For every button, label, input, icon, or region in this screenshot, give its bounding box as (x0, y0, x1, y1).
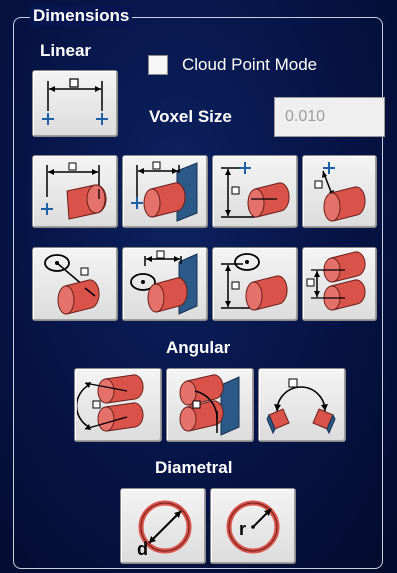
angular-tool-button-1[interactable] (74, 368, 162, 442)
linear-point-to-cylinder-icon (41, 162, 107, 220)
radius-icon: r (226, 500, 280, 554)
diameter-icon: d (137, 500, 192, 559)
diametral-section-label: Diametral (155, 458, 233, 477)
linear-tool-button-7[interactable] (212, 247, 298, 321)
linear-point-to-axis-icon (314, 161, 366, 222)
diameter-button[interactable]: d (120, 488, 206, 564)
linear-section-label: Linear (40, 41, 92, 60)
angular-section-label: Angular (166, 338, 231, 357)
dimensions-panel: Dimensions Linear Cloud Point Mode Voxel… (0, 0, 397, 573)
radius-letter: r (239, 519, 246, 539)
linear-cylinder-to-plane-icon (131, 161, 198, 222)
linear-vertical-point-to-cylinder-icon (221, 161, 290, 218)
linear-vertical-circle-to-cylinder-icon (221, 253, 288, 311)
linear-point-to-point-icon (42, 77, 108, 125)
cloud-point-mode-checkbox[interactable] (148, 55, 168, 75)
angular-cylinder-to-plane-icon (179, 374, 240, 436)
angular-cylinder-to-cylinder-icon (77, 374, 144, 432)
angular-plane-to-plane-icon (266, 378, 336, 435)
linear-tool-button-2[interactable] (122, 155, 208, 228)
linear-tool-button-4[interactable] (302, 155, 377, 228)
linear-point-to-point-button[interactable] (32, 70, 118, 137)
linear-tool-button-5[interactable] (32, 247, 118, 321)
angular-tool-button-3[interactable] (258, 368, 346, 442)
linear-tool-button-6[interactable] (122, 247, 208, 321)
angular-tool-button-2[interactable] (166, 368, 254, 442)
linear-tool-button-8[interactable] (302, 247, 377, 321)
linear-circle-to-plane-icon (130, 250, 198, 315)
linear-tool-button-3[interactable] (212, 155, 298, 228)
voxel-size-input[interactable] (274, 97, 385, 137)
linear-tool-button-1[interactable] (32, 155, 118, 228)
cloud-point-mode-label: Cloud Point Mode (182, 55, 318, 74)
radius-button[interactable]: r (210, 488, 296, 564)
linear-circle-to-cylinder-icon (44, 254, 100, 315)
linear-cylinder-to-cylinder-icon (306, 251, 365, 311)
diameter-letter: d (137, 539, 148, 559)
dimensions-group-title: Dimensions (30, 6, 133, 26)
voxel-size-label: Voxel Size (149, 107, 232, 126)
